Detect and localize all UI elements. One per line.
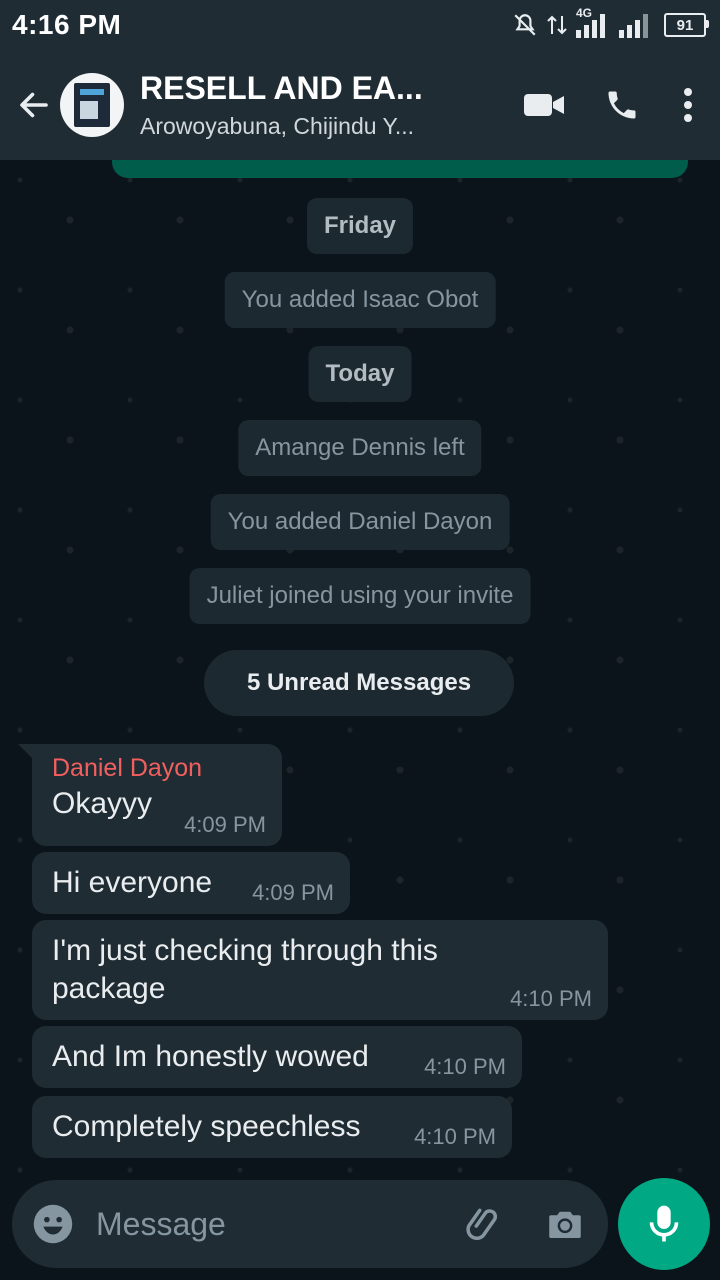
avatar-image [74, 83, 110, 127]
message-time: 4:10 PM [424, 1054, 506, 1079]
signal-icon [619, 12, 648, 38]
voice-record-button[interactable] [618, 1178, 710, 1270]
kebab-menu-icon [684, 88, 692, 122]
system-message: Juliet joined using your invite [189, 568, 531, 624]
message-time: 4:10 PM [414, 1124, 496, 1149]
attachment-icon[interactable] [462, 1203, 504, 1245]
message-bubble[interactable]: Hi everyone 4:09 PM [32, 852, 350, 914]
mute-notifications-icon [514, 14, 536, 36]
group-members: Arowoyabuna, Chijindu Y... [140, 113, 415, 139]
message-input[interactable]: Message [96, 1206, 462, 1243]
group-avatar[interactable] [60, 73, 124, 137]
system-message: You added Isaac Obot [224, 272, 496, 328]
video-call-button[interactable] [520, 81, 568, 129]
message-bubble[interactable]: Daniel Dayon Okayyy 4:09 PM [18, 744, 282, 846]
system-message: You added Daniel Dayon [210, 494, 510, 550]
message-bubble[interactable]: Completely speechless 4:10 PM [32, 1096, 512, 1158]
unread-divider: 5 Unread Messages [204, 650, 514, 716]
composer-actions [462, 1203, 586, 1245]
message-bubble[interactable]: And Im honestly wowed 4:10 PM [32, 1026, 522, 1088]
message-time: 4:09 PM [252, 880, 334, 905]
video-camera-icon [524, 94, 564, 116]
group-title: RESELL AND EA... [140, 70, 423, 106]
microphone-icon [649, 1205, 679, 1242]
date-divider: Today [308, 346, 412, 402]
back-button[interactable] [12, 83, 56, 127]
status-time: 4:16 PM [12, 9, 122, 40]
chat-title-area[interactable]: RESELL AND EA... Arowoyabuna, Chijindu Y… [140, 70, 520, 140]
arrow-left-icon [20, 92, 48, 118]
emoji-icon[interactable] [32, 1203, 74, 1245]
sender-name[interactable]: Daniel Dayon [52, 754, 262, 783]
message-composer[interactable]: Message [12, 1180, 608, 1268]
status-bar: 4:16 PM 4G 91 [0, 0, 720, 50]
phone-icon [608, 91, 636, 119]
message-time: 4:09 PM [184, 812, 266, 837]
battery-level: 91 [676, 16, 694, 34]
battery-icon: 91 [664, 13, 709, 37]
more-options-button[interactable] [676, 81, 700, 129]
chat-area[interactable]: Friday You added Isaac Obot Today Amange… [0, 160, 720, 1180]
signal-4g-icon: 4G [576, 6, 605, 38]
system-message: Amange Dennis left [238, 420, 482, 476]
status-icons: 4G 91 [512, 6, 709, 38]
voice-call-button[interactable] [598, 81, 646, 129]
message-time: 4:10 PM [510, 986, 592, 1011]
header-actions [520, 81, 700, 129]
chat-header: RESELL AND EA... Arowoyabuna, Chijindu Y… [0, 50, 720, 160]
previous-message-bubble[interactable] [112, 160, 688, 178]
message-text: I'm just checking through this package [52, 934, 438, 1005]
camera-icon[interactable] [544, 1203, 586, 1245]
message-bubble[interactable]: I'm just checking through this package 4… [32, 920, 608, 1020]
network-type-label: 4G [576, 6, 593, 20]
data-transfer-icon [547, 15, 567, 35]
date-divider: Friday [306, 198, 414, 254]
